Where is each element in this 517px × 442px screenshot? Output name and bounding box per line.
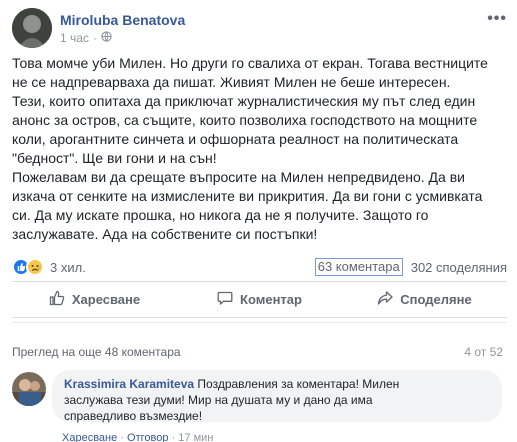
post-header: Miroluba Benatova 1 час · ••• <box>12 8 507 48</box>
divider <box>12 322 507 323</box>
post-body: Това момче уби Милен. Но други го свалих… <box>12 54 507 244</box>
post-text-line: не се надпреварваха да пишат. Живият Мил… <box>12 74 451 90</box>
share-button[interactable]: Споделяне <box>342 283 507 315</box>
comment-bubble-icon <box>217 290 233 309</box>
post-meta: 1 час · <box>60 31 112 45</box>
post-time[interactable]: 1 час <box>60 31 89 45</box>
post-text-line: Тези, които опитаха да приключат журнали… <box>12 93 476 109</box>
share-arrow-icon <box>377 290 393 309</box>
post-text-line: анонс за остров, са същите, които позвол… <box>12 112 478 128</box>
dot-separator: · <box>92 31 97 45</box>
post-stats: 3 хил. 63 коментара 302 споделяния <box>12 256 507 278</box>
globe-icon <box>101 31 112 45</box>
comment-button[interactable]: Коментар <box>177 283 342 315</box>
post-text-line: Това момче уби Милен. Но други го свалих… <box>12 55 488 71</box>
share-label: Споделяне <box>400 291 472 307</box>
commenter-avatar[interactable] <box>12 372 46 406</box>
comment-actions: Харесване · Отговор · 17 мин <box>62 432 213 442</box>
post-text-line: изкача от сенките на измислените ви прик… <box>12 188 483 204</box>
sad-reaction-icon <box>26 258 44 276</box>
thumbs-up-icon <box>49 290 65 309</box>
comment-bubble: Krassimira Karamiteva Поздравления за ко… <box>52 370 502 423</box>
like-button[interactable]: Харесване <box>12 283 177 315</box>
divider <box>12 281 507 282</box>
author-avatar[interactable] <box>12 8 52 48</box>
reactions-count: 3 хил. <box>50 259 86 275</box>
post-text-line: коли, арогантните синчета и офшорната ре… <box>12 131 459 147</box>
like-label: Харесване <box>71 291 141 307</box>
post-text-line: си. Да му искате прошка, но никога да не… <box>12 207 429 223</box>
comment-text-line-1: Krassimira Karamiteva Поздравления за ко… <box>64 376 490 392</box>
post-text-line: Пожелавам ви да срещате въпросите на Мил… <box>12 169 465 185</box>
post-text-line: заслужавате. Ада на собствените си постъ… <box>12 226 318 242</box>
comment-label: Коментар <box>240 291 302 307</box>
comment-text-line-3: справедливо възмездие! <box>64 409 203 423</box>
more-options-icon[interactable]: ••• <box>487 10 507 28</box>
post-actions: Харесване Коментар Споделяне <box>12 283 507 315</box>
comment-time[interactable]: 17 мин <box>178 432 213 442</box>
author-name[interactable]: Miroluba Benatova <box>60 12 185 28</box>
view-more-comments-link[interactable]: Преглед на още 48 коментара <box>12 345 181 359</box>
comments-count[interactable]: 63 коментара <box>314 258 403 276</box>
engagement-counts: 63 коментара 302 споделяния <box>314 258 507 276</box>
commenter-name[interactable]: Krassimira Karamiteva <box>64 377 194 391</box>
comments-page-indicator: 4 от 52 <box>464 345 503 359</box>
shares-count[interactable]: 302 споделяния <box>411 260 507 276</box>
comment-text: Поздравления за коментара! Милен <box>194 377 400 391</box>
comment-like-link[interactable]: Харесване <box>62 432 117 442</box>
reactions-summary[interactable]: 3 хил. <box>12 258 86 276</box>
comment-reply-link[interactable]: Отговор <box>127 432 168 442</box>
comment-text-line-2: заслужава тези думи! Мир на душата му и … <box>64 393 373 407</box>
post-text-line: "бедност". Ще ви гони и на сън! <box>12 150 217 166</box>
divider <box>12 317 507 318</box>
